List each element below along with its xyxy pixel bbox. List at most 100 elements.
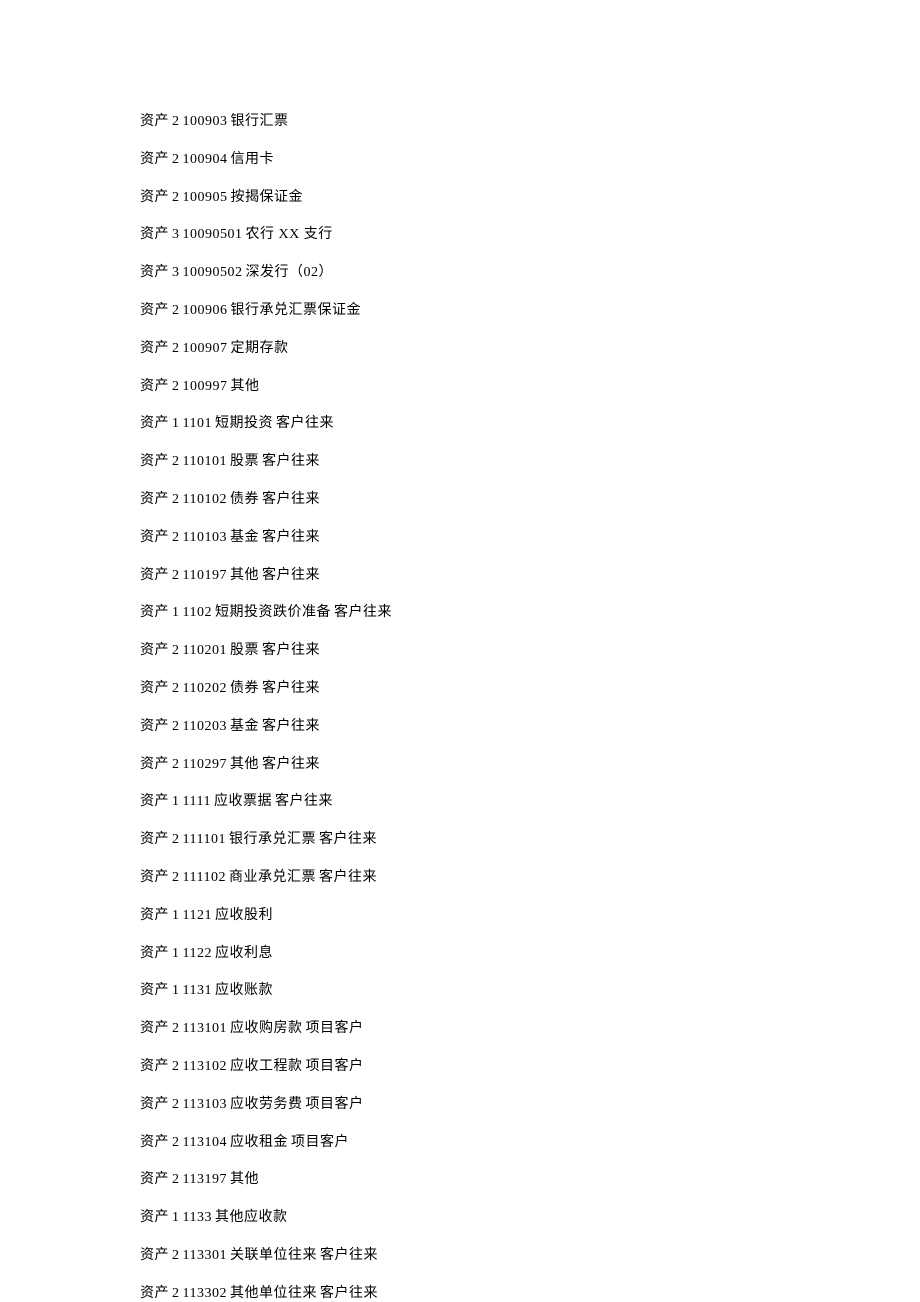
level: 2 (172, 568, 180, 583)
account-line: 资产2100906银行承兑汇票保证金 (140, 304, 780, 318)
account-line: 资产2100997其他 (140, 380, 780, 394)
category: 资产 (140, 568, 169, 583)
account-line: 资产2100904信用卡 (140, 153, 780, 167)
account-extra: 客户往来 (262, 681, 320, 696)
account-line: 资产2113302其他单位往来客户往来 (140, 1287, 780, 1301)
account-code: 100904 (183, 152, 228, 167)
account-name: 基金 (230, 719, 259, 734)
category: 资产 (140, 303, 169, 318)
category: 资产 (140, 1210, 169, 1225)
account-code: 1121 (183, 908, 212, 923)
account-name: 银行汇票 (231, 114, 289, 129)
category: 资产 (140, 643, 169, 658)
level: 2 (172, 643, 180, 658)
account-name: 应收利息 (215, 946, 273, 961)
account-extra: 客户往来 (276, 416, 334, 431)
account-name: 关联单位往来 (230, 1248, 317, 1263)
account-code: 1101 (183, 416, 212, 431)
level: 2 (172, 1286, 180, 1301)
level: 1 (172, 908, 180, 923)
account-extra: 项目客户 (305, 1059, 363, 1074)
account-code: 1102 (183, 605, 212, 620)
account-line: 资产2113301关联单位往来客户往来 (140, 1249, 780, 1263)
account-name: 农行 XX 支行 (246, 227, 333, 242)
category: 资产 (140, 492, 169, 507)
account-line: 资产2110102债券客户往来 (140, 493, 780, 507)
account-code: 111102 (183, 870, 226, 885)
account-line: 资产2113103应收劳务费项目客户 (140, 1098, 780, 1112)
account-code: 10090501 (183, 227, 243, 242)
account-line: 资产11121应收股利 (140, 909, 780, 923)
account-line: 资产11131应收账款 (140, 984, 780, 998)
account-line: 资产2100903银行汇票 (140, 115, 780, 129)
account-name: 定期存款 (231, 341, 289, 356)
category: 资产 (140, 1172, 169, 1187)
account-extra: 客户往来 (262, 643, 320, 658)
account-name: 股票 (230, 454, 259, 469)
account-name: 其他 (230, 1172, 259, 1187)
account-line: 资产2110101股票客户往来 (140, 455, 780, 469)
account-line: 资产11133其他应收款 (140, 1211, 780, 1225)
account-code: 110101 (183, 454, 227, 469)
category: 资产 (140, 1097, 169, 1112)
level: 2 (172, 1135, 180, 1150)
level: 2 (172, 114, 180, 129)
level: 2 (172, 1059, 180, 1074)
category: 资产 (140, 605, 169, 620)
account-extra: 客户往来 (262, 757, 320, 772)
level: 2 (172, 152, 180, 167)
account-extra: 客户往来 (262, 530, 320, 545)
account-name: 债券 (230, 681, 259, 696)
account-extra: 客户往来 (275, 794, 333, 809)
account-code: 110297 (183, 757, 227, 772)
account-extra: 客户往来 (262, 719, 320, 734)
account-line: 资产2113102应收工程款项目客户 (140, 1060, 780, 1074)
category: 资产 (140, 1135, 169, 1150)
category: 资产 (140, 530, 169, 545)
account-name: 应收租金 (230, 1135, 288, 1150)
account-name: 其他应收款 (215, 1210, 288, 1225)
category: 资产 (140, 227, 169, 242)
category: 资产 (140, 416, 169, 431)
category: 资产 (140, 454, 169, 469)
account-name: 信用卡 (231, 152, 275, 167)
account-code: 113101 (183, 1021, 227, 1036)
account-extra: 客户往来 (320, 1248, 378, 1263)
level: 1 (172, 1210, 180, 1225)
category: 资产 (140, 1286, 169, 1301)
account-name: 银行承兑汇票保证金 (231, 303, 362, 318)
account-extra: 客户往来 (319, 870, 377, 885)
category: 资产 (140, 757, 169, 772)
account-name: 应收劳务费 (230, 1097, 303, 1112)
category: 资产 (140, 681, 169, 696)
account-code: 113103 (183, 1097, 227, 1112)
account-name: 商业承兑汇票 (229, 870, 316, 885)
account-code: 113104 (183, 1135, 227, 1150)
account-code: 113102 (183, 1059, 227, 1074)
account-line: 资产2113197其他 (140, 1173, 780, 1187)
account-name: 应收股利 (215, 908, 273, 923)
account-name: 其他单位往来 (230, 1286, 317, 1301)
level: 2 (172, 1097, 180, 1112)
account-code: 110202 (183, 681, 227, 696)
level: 2 (172, 530, 180, 545)
level: 1 (172, 416, 180, 431)
account-extra: 客户往来 (334, 605, 392, 620)
level: 2 (172, 190, 180, 205)
account-line: 资产310090501农行 XX 支行 (140, 228, 780, 242)
level: 2 (172, 1172, 180, 1187)
account-line: 资产2113104应收租金项目客户 (140, 1136, 780, 1150)
account-code: 110102 (183, 492, 227, 507)
account-code: 1122 (183, 946, 212, 961)
category: 资产 (140, 870, 169, 885)
account-line: 资产2113101应收购房款项目客户 (140, 1022, 780, 1036)
account-code: 1131 (183, 983, 212, 998)
account-line: 资产11122应收利息 (140, 947, 780, 961)
category: 资产 (140, 190, 169, 205)
level: 2 (172, 454, 180, 469)
account-line: 资产11111应收票据客户往来 (140, 795, 780, 809)
level: 2 (172, 832, 180, 847)
level: 1 (172, 983, 180, 998)
account-code: 113197 (183, 1172, 227, 1187)
account-name: 按揭保证金 (231, 190, 304, 205)
